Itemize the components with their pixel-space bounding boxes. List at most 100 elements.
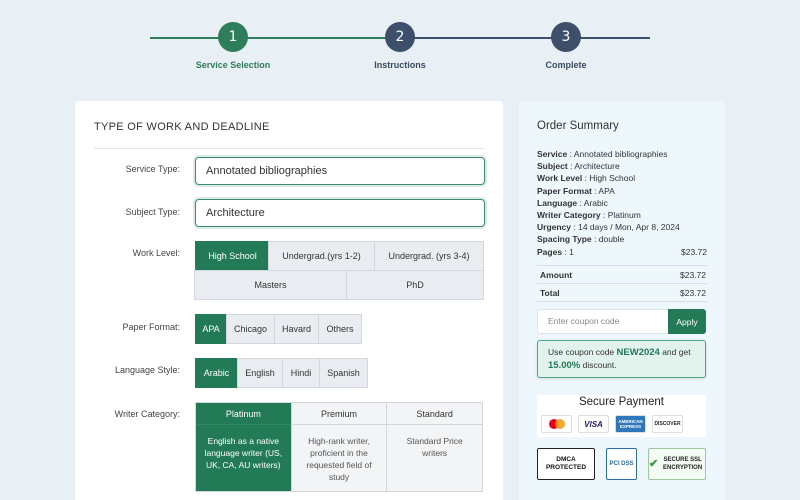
ssl-text: SECURE SSL ENCRYPTION: [663, 457, 703, 471]
language-english[interactable]: English: [237, 358, 283, 388]
pages-price: $23.72: [681, 246, 707, 257]
subject-type-label: Subject Type:: [125, 207, 180, 217]
step-instructions[interactable]: 2 Instructions: [350, 22, 450, 70]
summary-key: Spacing Type: [537, 234, 592, 245]
work-level-options: High School Undergrad.(yrs 1-2) Undergra…: [194, 241, 485, 301]
step-complete[interactable]: 3 Complete: [516, 22, 616, 70]
payment-cards: VISA AMERICAN EXPRESS DISCOVER: [541, 415, 683, 433]
summary-key: Work Level: [537, 173, 583, 184]
promo-text: Use coupon code: [548, 347, 617, 357]
service-type-label: Service Type:: [125, 164, 180, 174]
step-label: Instructions: [374, 60, 426, 70]
summary-line-pages: Pages : 1 $23.72: [537, 246, 707, 257]
promo-discount: 15.00%: [548, 360, 581, 371]
divider: [537, 283, 707, 284]
order-summary-lines: Service : Annotated bibliographies Subje…: [537, 148, 707, 258]
divider: [537, 301, 707, 302]
summary-line-work-level: Work Level : High School: [537, 173, 636, 184]
divider: [94, 148, 485, 149]
summary-value: High School: [589, 173, 636, 184]
secure-payment-title: Secure Payment: [578, 396, 664, 408]
writer-category-desc: Standard Price writers: [406, 436, 463, 458]
work-level-high-school[interactable]: High School: [195, 241, 270, 271]
writer-category-title: Premium: [291, 403, 387, 425]
subject-type-input[interactable]: Architecture: [195, 199, 485, 227]
summary-line-paper-format: Paper Format : APA: [537, 185, 615, 196]
summary-line-language: Language : Arabic: [537, 197, 608, 208]
step-service-selection[interactable]: 1 Service Selection: [183, 22, 283, 70]
language-style-label: Language Style:: [114, 365, 180, 375]
writer-category-title: Standard: [387, 403, 483, 425]
paper-format-others[interactable]: Others: [318, 314, 362, 344]
service-type-input[interactable]: Annotated bibliographies: [195, 157, 485, 185]
summary-value: double: [598, 234, 625, 245]
work-level-label: Work Level:: [132, 248, 180, 258]
step-label: Service Selection: [195, 60, 271, 70]
dmca-text: DMCA PROTECTED: [545, 456, 587, 471]
promo-code: NEW2024: [616, 347, 660, 358]
summary-key: Paper Format: [537, 185, 592, 196]
summary-key: Language: [537, 197, 578, 208]
writer-category-options: Platinum English as a native language wr…: [195, 402, 483, 492]
step-label: Complete: [545, 60, 587, 70]
writer-category-label: Writer Category:: [114, 409, 180, 419]
language-spanish[interactable]: Spanish: [319, 358, 368, 388]
paper-format-havard[interactable]: Havard: [274, 314, 319, 344]
progress-stepper: 1 Service Selection 2 Instructions 3 Com…: [0, 0, 800, 90]
language-arabic[interactable]: Arabic: [195, 358, 238, 388]
summary-key: Service: [537, 149, 568, 159]
paper-format-chicago[interactable]: Chicago: [226, 314, 275, 344]
summary-value: 1: [569, 246, 574, 257]
summary-value: Platinum: [607, 210, 641, 221]
coupon-input[interactable]: Enter coupon code: [537, 309, 668, 334]
summary-line-writer-category: Writer Category : Platinum: [537, 210, 641, 221]
language-hindi[interactable]: Hindi: [282, 358, 320, 388]
writer-category-platinum[interactable]: Platinum English as a native language wr…: [196, 403, 291, 491]
step-number: 3: [551, 22, 581, 52]
writer-category-desc: English as a native language writer (US,…: [204, 436, 283, 470]
total-value: $23.72: [680, 288, 706, 298]
amex-icon: AMERICAN EXPRESS: [615, 415, 646, 433]
work-level-masters[interactable]: Masters: [194, 270, 347, 300]
paper-format-apa[interactable]: APA: [195, 314, 227, 344]
divider: [537, 265, 707, 266]
order-summary-title: Order Summary: [537, 120, 619, 132]
summary-key: Writer Category: [537, 210, 601, 221]
paper-format-label: Paper Format:: [122, 322, 180, 332]
amount-row: Amount $23.72: [540, 270, 706, 280]
step-number: 2: [385, 22, 415, 52]
summary-line-spacing: Spacing Type : double: [537, 234, 625, 245]
work-level-phd[interactable]: PhD: [346, 270, 484, 300]
summary-line-urgency: Urgency : 14 days / Mon, Apr 8, 2024: [537, 222, 680, 233]
visa-icon: VISA: [578, 415, 609, 433]
summary-key: Subject: [537, 161, 568, 172]
work-deadline-card: TYPE OF WORK AND DEADLINE Service Type: …: [75, 101, 503, 500]
shield-check-icon: ✔: [649, 458, 659, 470]
writer-category-standard[interactable]: Standard Standard Price writers: [386, 403, 483, 491]
summary-value: APA: [598, 185, 615, 196]
promo-text: and get: [659, 347, 691, 357]
summary-value: Annotated bibliographies: [573, 149, 668, 159]
secure-ssl-badge: ✔ SECURE SSL ENCRYPTION: [648, 448, 706, 480]
total-row: Total $23.72: [540, 288, 706, 298]
dmca-badge: DMCA PROTECTED: [537, 448, 595, 480]
coupon-form: Enter coupon code Apply: [537, 309, 706, 334]
summary-line-service: Service : Annotated bibliographies: [537, 149, 668, 159]
work-level-undergrad-1-2[interactable]: Undergrad.(yrs 1-2): [268, 241, 375, 271]
total-label: Total: [540, 288, 560, 298]
amount-value: $23.72: [680, 270, 706, 280]
summary-value: Architecture: [574, 161, 620, 172]
trust-badges: DMCA PROTECTED PCI DSS ✔ SECURE SSL ENCR…: [537, 448, 706, 480]
apply-coupon-button[interactable]: Apply: [668, 309, 706, 334]
summary-key: Urgency: [537, 222, 572, 233]
amount-label: Amount: [540, 270, 573, 280]
writer-category-title: Platinum: [196, 403, 291, 425]
card-title: TYPE OF WORK AND DEADLINE: [94, 121, 270, 133]
summary-line-subject: Subject : Architecture: [537, 161, 620, 172]
work-level-undergrad-3-4[interactable]: Undergrad. (yrs 3-4): [374, 241, 484, 271]
paper-format-options: APA Chicago Havard Others: [195, 314, 362, 344]
secure-payment-box: Secure Payment VISA AMERICAN EXPRESS DIS…: [537, 395, 706, 437]
writer-category-premium[interactable]: Premium High-rank writer, proficient in …: [290, 403, 387, 491]
pci-dss-badge: PCI DSS: [606, 448, 637, 480]
summary-value: Arabic: [583, 197, 608, 208]
